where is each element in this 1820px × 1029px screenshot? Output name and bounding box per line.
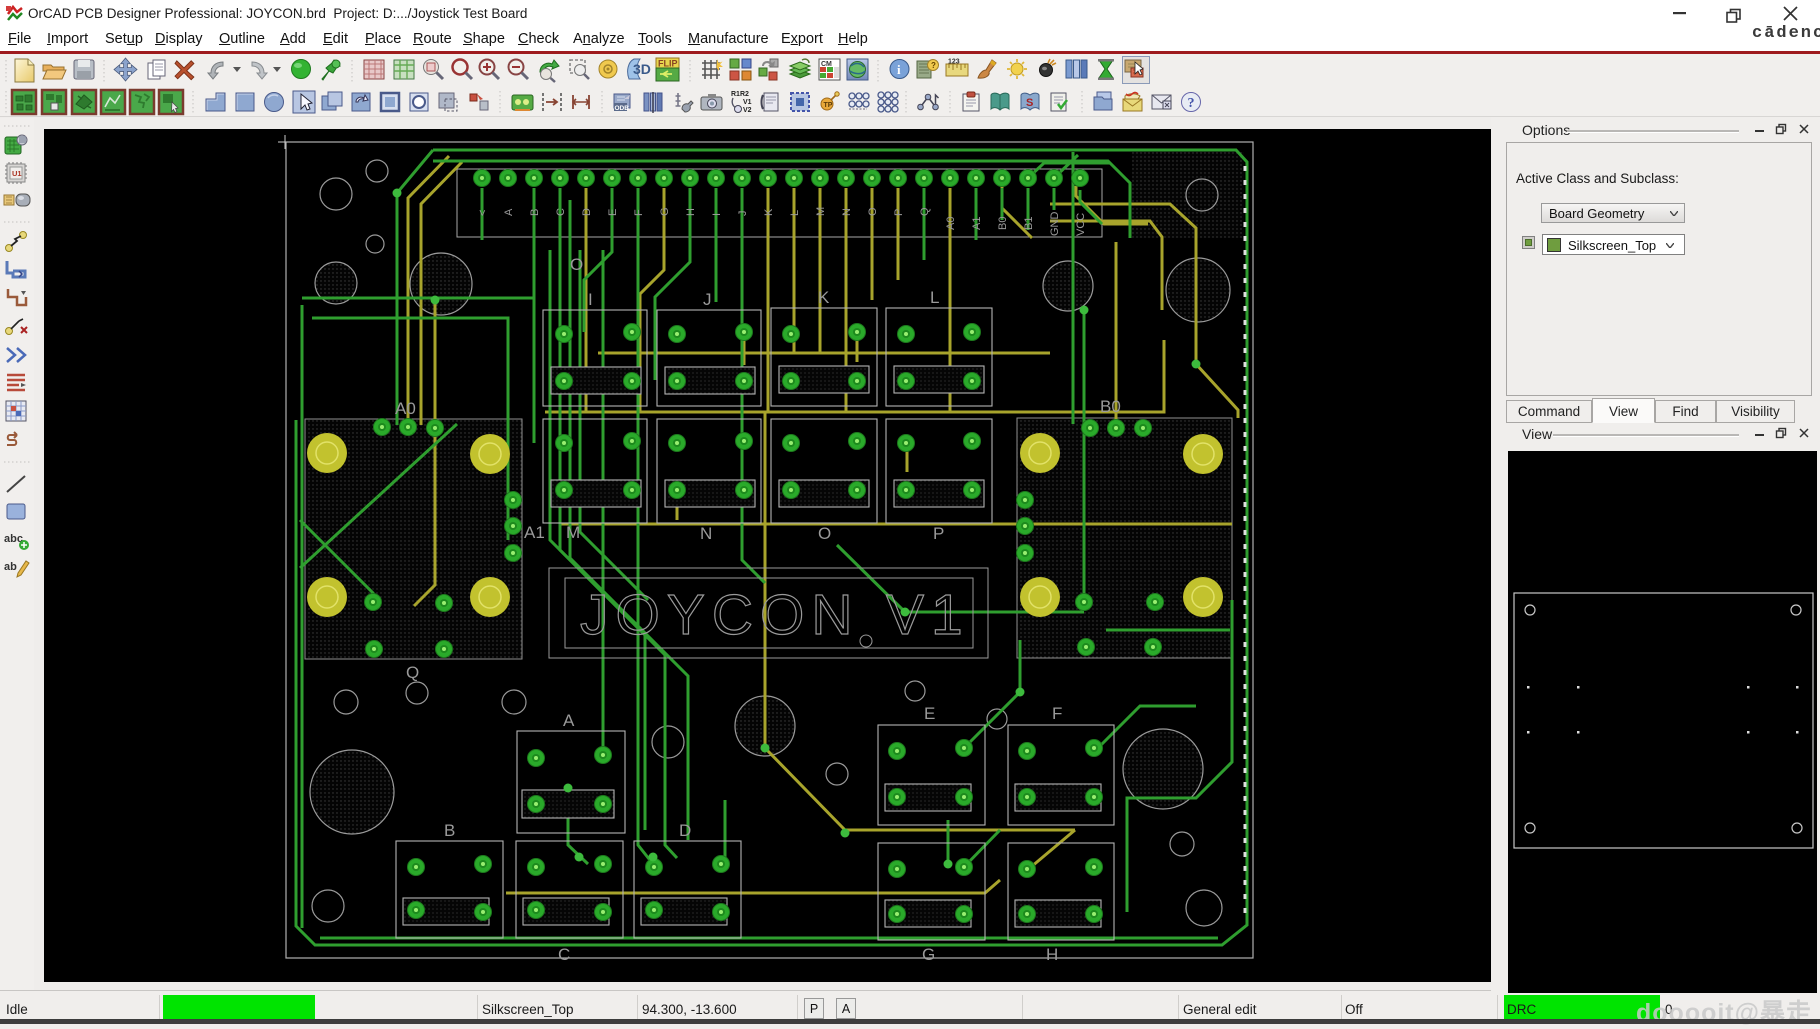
svg-text:H: H (685, 208, 697, 216)
svg-text:G: G (922, 945, 935, 964)
svg-text:J: J (703, 290, 712, 309)
svg-text:<: < (477, 210, 489, 216)
svg-text:V1: V1 (743, 99, 752, 106)
svg-text:B0: B0 (997, 217, 1009, 230)
svg-text:O: O (570, 255, 583, 274)
svg-text:R1R2: R1R2 (731, 91, 749, 98)
svg-text:E: E (607, 209, 619, 216)
svg-text:A0: A0 (395, 399, 416, 418)
svg-text:B1: B1 (1023, 217, 1035, 230)
svg-text:A1: A1 (524, 523, 545, 542)
svg-text:B: B (529, 209, 541, 216)
svg-text:C: C (558, 945, 570, 964)
svg-text:A: A (503, 208, 515, 216)
svg-text:P: P (933, 524, 944, 543)
svg-text:S: S (1026, 97, 1033, 109)
svg-text:O: O (818, 524, 831, 543)
svg-text:A0: A0 (945, 217, 957, 230)
svg-text:A1: A1 (971, 217, 983, 230)
svg-text:B: B (444, 821, 455, 840)
svg-text:E: E (924, 704, 935, 723)
svg-text:L: L (930, 288, 939, 307)
svg-text:?: ? (931, 61, 936, 70)
svg-text:C: C (555, 208, 567, 216)
svg-text:123: 123 (948, 59, 960, 66)
svg-text:ODB: ODB (615, 105, 630, 112)
svg-text:Q: Q (406, 663, 419, 682)
svg-text:F: F (633, 209, 645, 216)
svg-text:D: D (679, 821, 691, 840)
svg-text:L: L (789, 210, 801, 216)
svg-text:JOYCON: JOYCON (580, 583, 860, 647)
svg-text:H: H (1046, 945, 1058, 964)
svg-text:D: D (581, 208, 593, 216)
svg-text:V2: V2 (743, 107, 752, 114)
svg-text:Q: Q (919, 207, 931, 216)
svg-text:CM: CM (821, 61, 832, 68)
svg-text:A: A (563, 711, 575, 730)
svg-text:F: F (1052, 704, 1062, 723)
svg-text:GND: GND (1049, 212, 1061, 237)
svg-text:N: N (841, 208, 853, 216)
svg-text:?: ? (1188, 96, 1195, 111)
svg-text:ab: ab (4, 561, 17, 573)
svg-text:N: N (700, 524, 712, 543)
svg-text:J: J (737, 211, 749, 217)
svg-text:V1: V1 (886, 583, 970, 647)
svg-text:O: O (867, 207, 879, 216)
svg-text:K: K (818, 288, 830, 307)
svg-text:I: I (588, 290, 593, 309)
svg-text:I: I (711, 213, 723, 216)
svg-text:M: M (566, 523, 580, 542)
svg-text:K: K (763, 208, 775, 216)
svg-text:TP: TP (824, 102, 833, 109)
svg-text:FLIP: FLIP (658, 59, 678, 69)
svg-text:VCC: VCC (1075, 213, 1087, 236)
svg-text:P: P (893, 209, 905, 216)
svg-text:3D: 3D (633, 61, 651, 77)
svg-text:i: i (897, 62, 901, 77)
svg-text:G: G (659, 207, 671, 216)
svg-text:B0: B0 (1100, 397, 1121, 416)
svg-text:M: M (815, 207, 827, 216)
svg-text:U1: U1 (12, 169, 22, 178)
